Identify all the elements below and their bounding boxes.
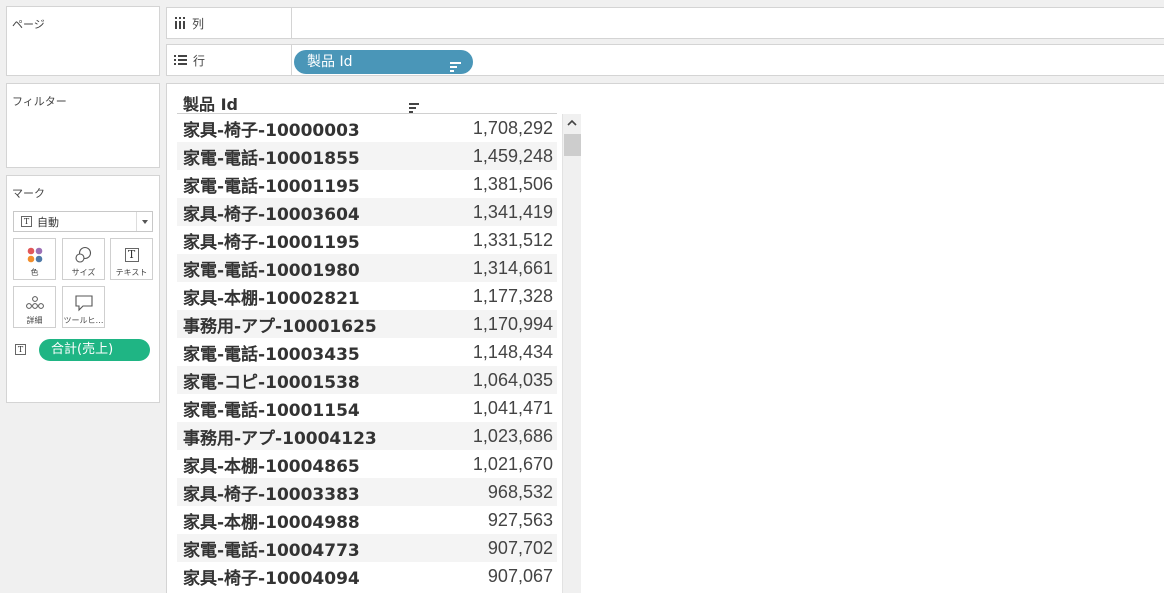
pages-panel[interactable]: ページ	[6, 6, 160, 76]
sales-value-cell[interactable]: 1,177,328	[473, 286, 557, 307]
product-id-cell[interactable]: 家具-椅子-10003604	[177, 200, 360, 225]
table-row[interactable]: 家具-椅子-10003604 1,341,419	[177, 198, 557, 226]
product-id-cell[interactable]: 事務用-アプ-10001625	[177, 312, 377, 337]
sales-value-cell[interactable]: 1,021,670	[473, 454, 557, 475]
table-row[interactable]: 家電-電話-10001195 1,381,506	[177, 170, 557, 198]
tooltip-label: ツールヒ…	[63, 316, 104, 325]
size-label: サイズ	[71, 268, 96, 277]
size-icon	[74, 244, 94, 266]
table-row[interactable]: 家電-電話-10001855 1,459,248	[177, 142, 557, 170]
table-row[interactable]: 家具-椅子-10001195 1,331,512	[177, 226, 557, 254]
rows-icon	[174, 54, 187, 66]
sales-value-cell[interactable]: 1,023,686	[473, 426, 557, 447]
table-row[interactable]: 家電-電話-10001154 1,041,471	[177, 394, 557, 422]
sales-value-cell[interactable]: 1,381,506	[473, 174, 557, 195]
table-row[interactable]: 家具-本棚-10004865 1,021,670	[177, 450, 557, 478]
color-label: 色	[30, 268, 39, 277]
product-id-pill-label: 製品 Id	[307, 54, 353, 70]
sales-value-cell[interactable]: 1,148,434	[473, 342, 557, 363]
product-id-cell[interactable]: 家電-電話-10004773	[177, 536, 360, 561]
table-row[interactable]: 事務用-アプ-10001625 1,170,994	[177, 310, 557, 338]
table-row[interactable]: 家具-椅子-10000003 1,708,292	[177, 114, 557, 142]
product-id-cell[interactable]: 家具-椅子-10000003	[177, 116, 360, 141]
sales-value-cell[interactable]: 907,067	[488, 566, 557, 587]
sales-value-cell[interactable]: 1,170,994	[473, 314, 557, 335]
product-id-cell[interactable]: 家具-本棚-10004988	[177, 508, 360, 533]
product-id-cell[interactable]: 家電-電話-10003435	[177, 340, 360, 365]
table-row[interactable]: 事務用-アプ-10004123 1,023,686	[177, 422, 557, 450]
product-id-cell[interactable]: 家電-電話-10001980	[177, 256, 360, 281]
size-button[interactable]: サイズ	[62, 238, 105, 280]
table-row[interactable]: 家電-電話-10004773 907,702	[177, 534, 557, 562]
tooltip-icon	[74, 292, 94, 314]
detail-button[interactable]: 詳細	[13, 286, 56, 328]
columns-shelf-label: 列	[167, 8, 292, 38]
text-encoding-icon: T	[15, 344, 26, 355]
mark-type-label: 自動	[37, 215, 59, 229]
filters-title: フィルター	[12, 95, 67, 108]
product-id-cell[interactable]: 家電-コピ-10001538	[177, 368, 360, 393]
marks-panel: マーク T 自動 色 サイズ T テキスト 詳細 ツールヒ… T 合計(売上)	[6, 175, 160, 403]
pages-title: ページ	[12, 18, 45, 31]
scroll-up-icon[interactable]	[563, 114, 581, 131]
table-row[interactable]: 家具-本棚-10002821 1,177,328	[177, 282, 557, 310]
product-id-cell[interactable]: 家具-椅子-10001195	[177, 228, 360, 253]
product-id-cell[interactable]: 家具-本棚-10004865	[177, 452, 360, 477]
detail-icon	[25, 292, 45, 314]
scrollbar-thumb[interactable]	[564, 134, 581, 156]
table-row[interactable]: 家電-電話-10003435 1,148,434	[177, 338, 557, 366]
product-id-cell[interactable]: 事務用-アプ-10004123	[177, 424, 377, 449]
viz-area: 製品 Id 家具-椅子-10000003 1,708,292 家電-電話-10001…	[166, 83, 1164, 593]
vertical-scrollbar[interactable]	[562, 114, 581, 593]
rows-shelf[interactable]: 行 製品 Id	[166, 44, 1164, 76]
product-id-pill[interactable]: 製品 Id	[294, 50, 473, 74]
sum-sales-pill[interactable]: 合計(売上)	[39, 339, 150, 361]
text-label: テキスト	[115, 268, 148, 277]
text-mark-icon: T	[21, 216, 32, 227]
sales-value-cell[interactable]: 1,341,419	[473, 202, 557, 223]
product-id-cell[interactable]: 家具-椅子-10003383	[177, 480, 360, 505]
sales-value-cell[interactable]: 1,459,248	[473, 146, 557, 167]
text-button[interactable]: T テキスト	[110, 238, 153, 280]
columns-label: 列	[192, 16, 205, 31]
table-body: 家具-椅子-10000003 1,708,292 家電-電話-10001855 1,4…	[177, 114, 557, 590]
sales-value-cell[interactable]: 1,041,471	[473, 398, 557, 419]
product-id-cell[interactable]: 家電-電話-10001195	[177, 172, 360, 197]
rows-shelf-label: 行	[167, 45, 292, 75]
table-row[interactable]: 家具-本棚-10004988 927,563	[177, 506, 557, 534]
rows-label: 行	[193, 53, 206, 68]
table-row[interactable]: 家具-椅子-10003383 968,532	[177, 478, 557, 506]
sales-value-cell[interactable]: 907,702	[488, 538, 557, 559]
column-header[interactable]: 製品 Id	[183, 91, 238, 115]
sort-descending-icon[interactable]	[450, 56, 462, 80]
mark-type-dropdown[interactable]: T 自動	[13, 211, 153, 232]
filters-panel[interactable]: フィルター	[6, 83, 160, 168]
sales-value-cell[interactable]: 968,532	[488, 482, 557, 503]
table-row[interactable]: 家具-椅子-10004094 907,067	[177, 562, 557, 590]
tooltip-button[interactable]: ツールヒ…	[62, 286, 105, 328]
sales-value-cell[interactable]: 1,331,512	[473, 230, 557, 251]
sales-value-cell[interactable]: 1,064,035	[473, 370, 557, 391]
sales-value-cell[interactable]: 927,563	[488, 510, 557, 531]
marks-title: マーク	[12, 187, 45, 200]
product-id-cell[interactable]: 家具-椅子-10004094	[177, 564, 360, 589]
color-icon	[26, 244, 44, 266]
sales-value-cell[interactable]: 1,314,661	[473, 258, 557, 279]
chevron-down-icon[interactable]	[136, 212, 152, 231]
columns-icon	[174, 17, 186, 29]
text-icon: T	[124, 244, 139, 266]
detail-label: 詳細	[26, 316, 43, 325]
table-row[interactable]: 家電-電話-10001980 1,314,661	[177, 254, 557, 282]
color-button[interactable]: 色	[13, 238, 56, 280]
product-id-cell[interactable]: 家電-電話-10001855	[177, 144, 360, 169]
columns-shelf[interactable]: 列	[166, 7, 1164, 39]
sales-value-cell[interactable]: 1,708,292	[473, 118, 557, 139]
product-id-cell[interactable]: 家具-本棚-10002821	[177, 284, 360, 309]
product-id-cell[interactable]: 家電-電話-10001154	[177, 396, 360, 421]
table-row[interactable]: 家電-コピ-10001538 1,064,035	[177, 366, 557, 394]
